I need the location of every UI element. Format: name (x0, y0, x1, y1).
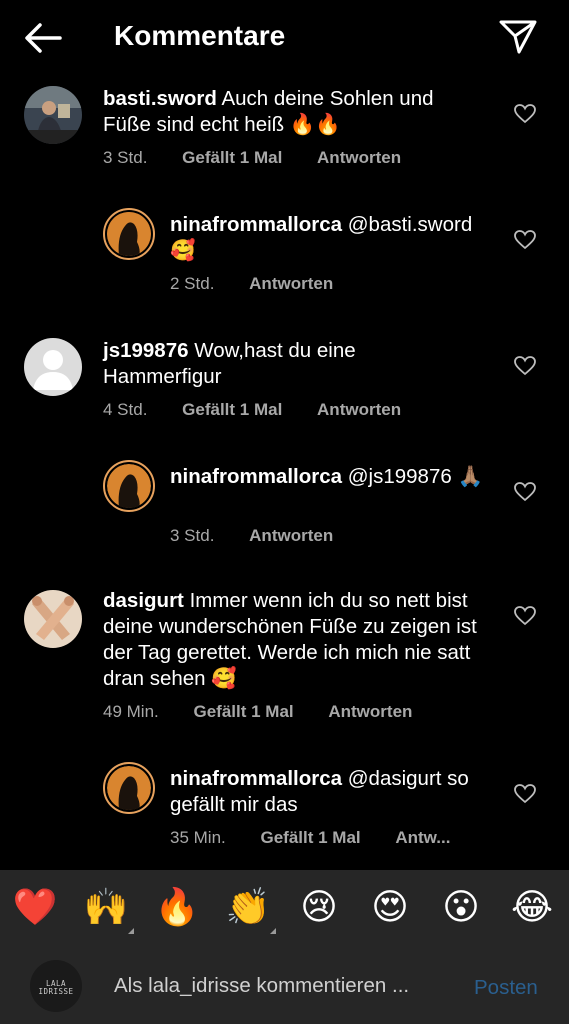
emoji-heart-eyes-button[interactable]: 😍 (368, 886, 412, 930)
comment-username[interactable]: ninafrommallorca (170, 465, 342, 488)
comment-list[interactable]: basti.sword Auch deine Sohlen und Füße s… (0, 76, 569, 870)
comment-likes[interactable]: Gefällt 1 Mal (182, 400, 282, 419)
comment-meta: 2 Std. Antworten (170, 274, 363, 294)
heart-icon[interactable] (514, 784, 536, 804)
heart-icon[interactable] (514, 230, 536, 250)
post-button[interactable]: Posten (474, 976, 538, 1000)
reply-button[interactable]: Antworten (317, 400, 401, 419)
reply-button[interactable]: Antworten (317, 148, 401, 167)
comment-text: ninafrommallorca @js199876 🙏🏽 (170, 464, 500, 490)
emoji-fire-button[interactable]: 🔥 (155, 886, 200, 930)
skin-tone-caret-icon (270, 928, 276, 934)
comment-text: js199876 Wow,hast du eine Hammerfigur (103, 338, 473, 390)
comment-time: 2 Std. (170, 274, 215, 293)
comment-username[interactable]: dasigurt (103, 589, 184, 612)
own-avatar: LALA IDRISSE (30, 960, 82, 1012)
comment-meta: 35 Min. Gefällt 1 Mal Antw... (170, 828, 480, 848)
comment-meta: 4 Std. Gefällt 1 Mal Antworten (103, 400, 431, 420)
emoji-raised-hands-button[interactable]: 🙌 (84, 886, 129, 930)
share-button[interactable] (498, 18, 538, 56)
paper-plane-icon (499, 20, 537, 54)
comment-input[interactable]: Als lala_idrisse kommentieren ... (114, 974, 454, 998)
avatar[interactable] (24, 86, 82, 144)
header: Kommentare (0, 0, 569, 76)
arrow-left-icon (25, 23, 62, 53)
heart-icon[interactable] (514, 482, 536, 502)
emoji-surprised-button[interactable]: 😮 (439, 886, 483, 930)
comment-likes[interactable]: Gefällt 1 Mal (260, 828, 360, 847)
comment-likes[interactable]: Gefällt 1 Mal (182, 148, 282, 167)
comment-meta: 3 Std. Gefällt 1 Mal Antworten (103, 148, 431, 168)
comment-username[interactable]: basti.sword (103, 87, 217, 110)
comment-text: basti.sword Auch deine Sohlen und Füße s… (103, 86, 473, 138)
avatar[interactable] (103, 762, 155, 814)
reply-button[interactable]: Antworten (249, 274, 333, 293)
emoji-clap-button[interactable]: 👏 (226, 886, 271, 930)
comment-username[interactable]: js199876 (103, 339, 189, 362)
avatar[interactable] (103, 208, 155, 260)
comment-meta: 49 Min. Gefällt 1 Mal Antworten (103, 702, 442, 722)
reply-button[interactable]: Antw... (395, 828, 450, 847)
comment-likes[interactable]: Gefällt 1 Mal (193, 702, 293, 721)
reply-button[interactable]: Antworten (328, 702, 412, 721)
comment-username[interactable]: ninafrommallorca (170, 213, 342, 236)
emoji-quick-bar: ❤️ 🙌 🔥 👏 😢 😍 😮 😂 (0, 870, 569, 948)
comment-time: 35 Min. (170, 828, 226, 847)
avatar-label-line2: IDRISSE (38, 987, 74, 996)
heart-icon[interactable] (514, 606, 536, 626)
avatar-label: LALA IDRISSE (30, 980, 82, 996)
comment-time: 49 Min. (103, 702, 159, 721)
reply-button[interactable]: Antworten (249, 526, 333, 545)
emoji-crying-button[interactable]: 😢 (297, 886, 341, 930)
avatar[interactable] (103, 460, 155, 512)
emoji-laughing-button[interactable]: 😂 (510, 886, 554, 930)
back-button[interactable] (22, 20, 64, 56)
comment-body: @js199876 🙏🏽 (342, 465, 483, 488)
comment-text: ninafrommallorca @basti.sword 🥰 (170, 212, 500, 264)
comment-text: dasigurt Immer wenn ich du so nett bist … (103, 588, 493, 692)
comment-composer: LALA IDRISSE Als lala_idrisse kommentier… (0, 948, 569, 1024)
comment-username[interactable]: ninafrommallorca (170, 767, 342, 790)
comment-meta: 3 Std. Antworten (170, 526, 363, 546)
skin-tone-caret-icon (128, 928, 134, 934)
comment-time: 4 Std. (103, 400, 148, 419)
heart-icon[interactable] (514, 356, 536, 376)
comment-time: 3 Std. (170, 526, 215, 545)
heart-icon[interactable] (514, 104, 536, 124)
page-title: Kommentare (114, 20, 286, 51)
avatar[interactable] (24, 590, 82, 648)
avatar[interactable] (24, 338, 82, 396)
emoji-heart-button[interactable]: ❤️ (13, 886, 58, 930)
comment-time: 3 Std. (103, 148, 148, 167)
comment-text: ninafrommallorca @dasigurt so gefällt mi… (170, 766, 500, 818)
